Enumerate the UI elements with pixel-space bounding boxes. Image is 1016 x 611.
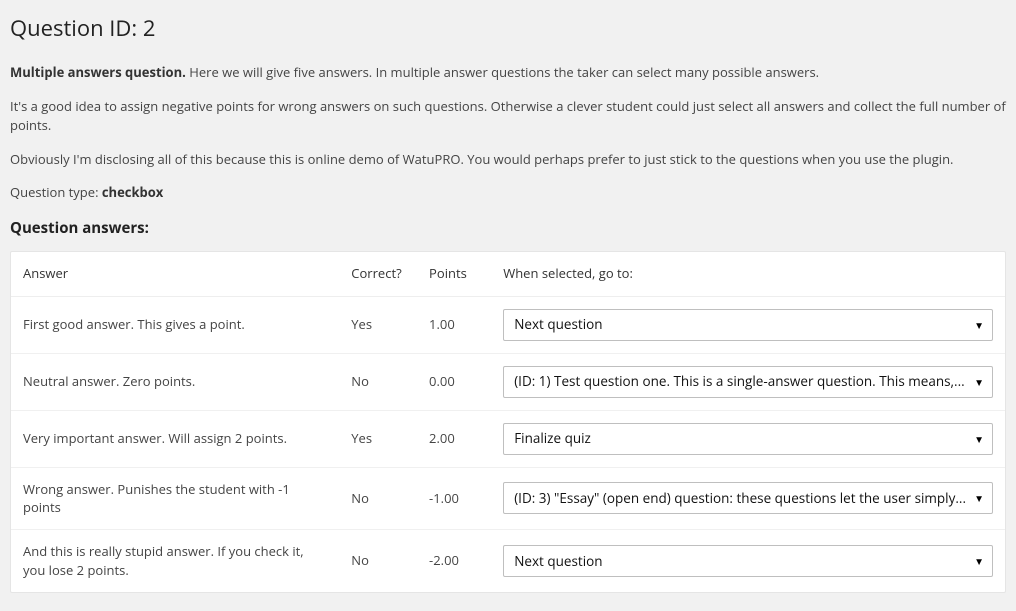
goto-select-value: Finalize quiz	[514, 428, 966, 448]
goto-select[interactable]: Next question ▼	[503, 309, 993, 341]
chevron-down-icon: ▼	[974, 493, 984, 503]
table-row: Neutral answer. Zero points. No 0.00 (ID…	[11, 353, 1005, 410]
question-type-line: Question type: checkbox	[10, 183, 1006, 203]
page-title: Question ID: 2	[10, 12, 1006, 45]
col-header-answer: Answer	[11, 252, 339, 296]
question-type-value: checkbox	[102, 183, 163, 201]
cell-correct: No	[339, 353, 417, 410]
cell-correct: No	[339, 467, 417, 530]
cell-answer: First good answer. This gives a point.	[11, 296, 339, 353]
intro-paragraph: Multiple answers question. Here we will …	[10, 63, 1006, 83]
cell-answer: Wrong answer. Punishes the student with …	[11, 467, 339, 530]
cell-points: 0.00	[417, 353, 491, 410]
chevron-down-icon: ▼	[974, 377, 984, 387]
table-row: Wrong answer. Punishes the student with …	[11, 467, 1005, 530]
cell-points: 2.00	[417, 410, 491, 467]
answers-table: Answer Correct? Points When selected, go…	[11, 252, 1005, 592]
intro-strong: Multiple answers question.	[10, 63, 186, 81]
chevron-down-icon: ▼	[974, 434, 984, 444]
goto-select-value: Next question	[514, 314, 966, 334]
table-row: First good answer. This gives a point. Y…	[11, 296, 1005, 353]
goto-select-value: (ID: 3) "Essay" (open end) question: the…	[514, 488, 966, 508]
goto-select-value: Next question	[514, 551, 966, 571]
goto-select[interactable]: Next question ▼	[503, 545, 993, 577]
col-header-points: Points	[417, 252, 491, 296]
answers-heading: Question answers:	[10, 217, 1006, 240]
cell-points: 1.00	[417, 296, 491, 353]
cell-answer: Very important answer. Will assign 2 poi…	[11, 410, 339, 467]
table-row: Very important answer. Will assign 2 poi…	[11, 410, 1005, 467]
table-header-row: Answer Correct? Points When selected, go…	[11, 252, 1005, 296]
cell-answer: And this is really stupid answer. If you…	[11, 530, 339, 592]
goto-select[interactable]: (ID: 3) "Essay" (open end) question: the…	[503, 482, 993, 514]
cell-correct: Yes	[339, 410, 417, 467]
question-type-label: Question type:	[10, 183, 102, 201]
chevron-down-icon: ▼	[974, 320, 984, 330]
cell-correct: Yes	[339, 296, 417, 353]
table-row: And this is really stupid answer. If you…	[11, 530, 1005, 592]
goto-select[interactable]: (ID: 1) Test question one. This is a sin…	[503, 366, 993, 398]
chevron-down-icon: ▼	[974, 556, 984, 566]
intro-rest: Here we will give five answers. In multi…	[186, 63, 819, 81]
col-header-correct: Correct?	[339, 252, 417, 296]
answers-panel: Answer Correct? Points When selected, go…	[10, 251, 1006, 593]
hint-negative-points: It's a good idea to assign negative poin…	[10, 97, 1006, 136]
demo-disclosure: Obviously I'm disclosing all of this bec…	[10, 150, 1006, 170]
cell-correct: No	[339, 530, 417, 592]
cell-points: -1.00	[417, 467, 491, 530]
goto-select-value: (ID: 1) Test question one. This is a sin…	[514, 371, 966, 391]
cell-answer: Neutral answer. Zero points.	[11, 353, 339, 410]
goto-select[interactable]: Finalize quiz ▼	[503, 423, 993, 455]
col-header-goto: When selected, go to:	[491, 252, 1005, 296]
cell-points: -2.00	[417, 530, 491, 592]
